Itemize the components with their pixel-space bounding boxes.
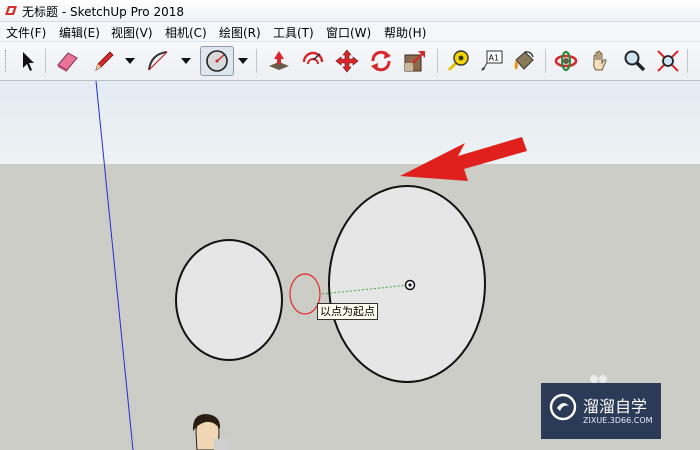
push-pull-tool[interactable]	[264, 46, 294, 76]
watermark-logo-icon	[549, 393, 577, 421]
toolbar-separator	[545, 49, 546, 73]
orbit-tool[interactable]	[551, 46, 581, 76]
text-tool[interactable]: A1	[477, 46, 507, 76]
move-arrows-icon	[335, 49, 359, 73]
circle-tool[interactable]	[200, 46, 234, 76]
toolbar-separator	[256, 49, 257, 73]
offset-tool[interactable]	[298, 46, 328, 76]
text-label-icon: A1	[481, 50, 503, 71]
arc-icon	[148, 51, 168, 71]
magnifier-icon	[624, 50, 646, 72]
watermark-badge: 溜溜自学 ZIXUE.3D66.COM	[541, 383, 661, 439]
menu-draw[interactable]: 绘图(R)	[219, 24, 261, 41]
pan-tool[interactable]	[585, 46, 615, 76]
circle-cursor-preview	[289, 273, 321, 315]
circle-icon	[206, 50, 228, 72]
red-arrow-annotation	[400, 137, 527, 181]
zoom-tool[interactable]	[619, 46, 649, 76]
scale-icon	[404, 51, 425, 72]
push-pull-icon	[269, 51, 289, 70]
arc-tool[interactable]	[143, 46, 173, 76]
offset-icon	[302, 51, 324, 65]
toolbar-separator	[687, 49, 688, 73]
arrow-cursor-icon	[23, 52, 34, 71]
drawing-viewport[interactable]: 以点为起点 溜溜自学 ZIXUE.3D66.COM	[0, 81, 700, 450]
line-tool[interactable]	[89, 46, 119, 76]
hand-icon	[593, 50, 607, 71]
tape-measure-tool[interactable]	[443, 46, 473, 76]
person-figure	[192, 414, 230, 450]
title-bar: 无标题 - SketchUp Pro 2018	[0, 0, 700, 22]
select-tool[interactable]	[12, 46, 42, 76]
menu-view[interactable]: 视图(V)	[111, 24, 153, 41]
menu-bar: 文件(F) 编辑(E) 视图(V) 相机(C) 绘图(R) 工具(T) 窗口(W…	[0, 22, 700, 42]
menu-file[interactable]: 文件(F)	[6, 24, 46, 41]
menu-window[interactable]: 窗口(W)	[326, 24, 371, 41]
chevron-down-icon[interactable]	[180, 55, 192, 67]
toolbar-separator	[437, 49, 438, 73]
inference-tooltip: 以点为起点	[317, 303, 378, 320]
window-title: 无标题 - SketchUp Pro 2018	[22, 5, 184, 19]
paint-bucket-icon	[514, 51, 534, 70]
menu-camera[interactable]: 相机(C)	[165, 24, 207, 41]
blue-axis-line	[95, 81, 134, 450]
left-circle-face[interactable]	[175, 239, 283, 361]
paint-bucket-tool[interactable]	[509, 46, 539, 76]
center-point-dot	[408, 283, 412, 287]
sketchup-logo-icon	[5, 6, 17, 15]
menu-tools[interactable]: 工具(T)	[273, 24, 314, 41]
eraser-tool[interactable]	[52, 46, 82, 76]
eraser-icon	[57, 52, 78, 72]
chevron-down-icon[interactable]	[237, 55, 249, 67]
orbit-icon	[554, 50, 578, 72]
zoom-extents-icon	[657, 50, 679, 72]
toolbar-grip[interactable]	[5, 50, 9, 72]
rotate-tool[interactable]	[366, 46, 396, 76]
text-tool-glyph: A1	[489, 54, 500, 63]
watermark-site: ZIXUE.3D66.COM	[583, 416, 653, 425]
scale-tool[interactable]	[400, 46, 430, 76]
menu-help[interactable]: 帮助(H)	[384, 24, 426, 41]
toolbar-separator	[45, 49, 46, 73]
main-toolbar: A1	[0, 42, 700, 81]
watermark-name: 溜溜自学	[583, 397, 648, 416]
tape-measure-icon	[447, 50, 469, 72]
pencil-icon	[95, 51, 114, 71]
faint-glyph	[590, 375, 607, 383]
move-tool[interactable]	[332, 46, 362, 76]
rotate-icon	[371, 50, 391, 72]
menu-edit[interactable]: 编辑(E)	[59, 24, 100, 41]
chevron-down-icon[interactable]	[124, 55, 136, 67]
zoom-extents-tool[interactable]	[653, 46, 683, 76]
